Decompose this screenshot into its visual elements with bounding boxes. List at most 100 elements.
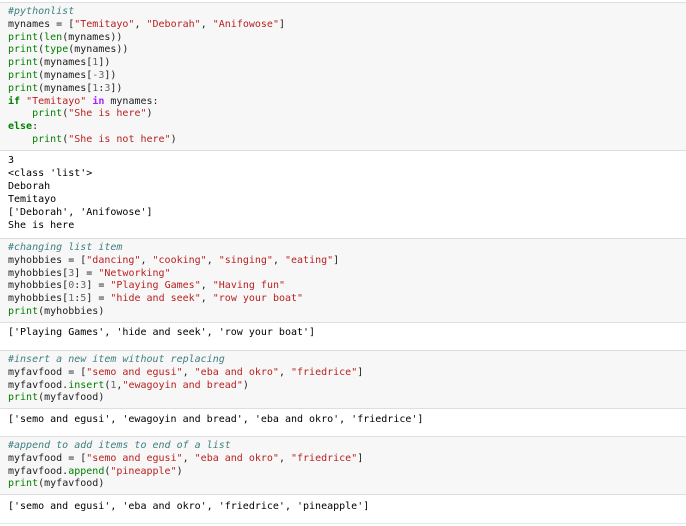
code-token: , xyxy=(200,293,213,305)
code-line: myfavfood = ["semo and egusi", "eba and … xyxy=(8,367,678,380)
code-token: "Temitayo" xyxy=(26,95,87,107)
output-line: She is here xyxy=(8,220,75,231)
code-token: print xyxy=(8,69,39,81)
code-token: "pineapple" xyxy=(110,465,177,477)
output-line: ['semo and egusi', 'ewagoyin and bread',… xyxy=(8,414,424,425)
code-token: (myfavfood) xyxy=(38,392,105,404)
code-token: ] = xyxy=(86,293,111,305)
code-token: ) xyxy=(176,465,183,477)
code-token: (mynames[ xyxy=(38,82,93,94)
code-token: print xyxy=(8,44,39,56)
code-token: else xyxy=(8,121,33,133)
code-token: ]) xyxy=(110,82,123,94)
code-token: , xyxy=(272,254,285,266)
code-token: (mynames[ xyxy=(38,69,93,81)
code-token: "She is not here" xyxy=(68,133,171,145)
code-token: ] xyxy=(333,254,340,266)
code-token: #changing list item xyxy=(8,242,123,253)
code-line: myhobbies[0:3] = "Playing Games", "Havin… xyxy=(8,280,678,293)
code-cell[interactable]: #insert a new item without replacing myfa… xyxy=(0,350,686,410)
code-token: , xyxy=(278,366,291,378)
code-token: -3 xyxy=(92,69,105,81)
code-token: "hide and seek" xyxy=(110,293,201,305)
code-token: ] xyxy=(278,18,285,30)
code-token: , xyxy=(182,366,195,378)
output-line: Temitayo xyxy=(8,194,57,205)
code-cell[interactable]: #pythonlist mynames = ["Temitayo", "Debor… xyxy=(0,2,686,151)
code-cell[interactable]: #append to add items to end of a list myf… xyxy=(0,436,686,496)
code-token: myhobbies[ xyxy=(8,293,69,305)
code-token: ] xyxy=(357,366,364,378)
output-cell: ['semo and egusi', 'eba and okro', 'frie… xyxy=(0,497,686,516)
code-token: (mynames)) xyxy=(62,31,123,43)
code-token: print xyxy=(8,31,39,43)
code-token: "eba and okro" xyxy=(194,366,279,378)
code-token: ] = xyxy=(74,267,99,279)
code-token: myfavfood. xyxy=(8,465,69,477)
code-token: myfavfood = [ xyxy=(8,452,87,464)
code-token: "semo and egusi" xyxy=(86,366,183,378)
code-line: myfavfood.append("pineapple") xyxy=(8,466,678,479)
code-token: "eba and okro" xyxy=(194,452,279,464)
code-token: (mynames[ xyxy=(38,57,93,69)
code-token: , xyxy=(140,254,153,266)
code-token: print xyxy=(8,478,39,490)
code-token: ]) xyxy=(98,57,111,69)
code-token: #pythonlist xyxy=(8,6,75,17)
code-line: myhobbies = ["dancing", "cooking", "sing… xyxy=(8,255,678,268)
code-line: print(myfavfood) xyxy=(8,392,678,405)
output-line: 3 xyxy=(8,155,15,166)
code-cell[interactable]: #changing list item myhobbies = ["dancing… xyxy=(0,238,686,323)
code-token: myfavfood. xyxy=(8,379,69,391)
output-cell: 3 <class 'list'> Deborah Temitayo ['Deborah'… xyxy=(0,151,686,235)
code-token: "cooking" xyxy=(152,254,207,266)
code-token: (myhobbies) xyxy=(38,305,105,317)
code-token: "semo and egusi" xyxy=(86,452,183,464)
code-token: #append to add items to end of a list xyxy=(8,440,231,451)
code-token: "singing" xyxy=(218,254,273,266)
code-token: , xyxy=(206,254,219,266)
code-token: myhobbies = [ xyxy=(8,254,87,266)
code-token: ]) xyxy=(104,69,117,81)
code-token: "friedrice" xyxy=(291,452,358,464)
code-line: print(mynames[-3]) xyxy=(8,70,678,83)
code-token: , xyxy=(278,452,291,464)
code-token: type xyxy=(44,44,69,56)
code-line: myhobbies[1:5] = "hide and seek", "row y… xyxy=(8,293,678,306)
output-cell: ['semo and egusi', 'ewagoyin and bread',… xyxy=(0,410,686,429)
code-token: myhobbies[ xyxy=(8,267,69,279)
code-token: , xyxy=(200,280,213,292)
code-token: insert xyxy=(68,379,105,391)
code-token: print xyxy=(8,57,39,69)
code-line: print(myfavfood) xyxy=(8,478,678,491)
code-token: append xyxy=(68,465,105,477)
output-line: <class 'list'> xyxy=(8,168,93,179)
code-line: myfavfood = ["semo and egusi", "eba and … xyxy=(8,453,678,466)
code-token: "Temitayo" xyxy=(74,18,135,30)
code-token: "She is here" xyxy=(68,108,147,120)
code-token: : xyxy=(32,121,39,133)
code-token: mynames: xyxy=(104,95,159,107)
code-line: print(mynames[1:3]) xyxy=(8,83,678,96)
code-token: if xyxy=(8,95,21,107)
code-token: myfavfood = [ xyxy=(8,366,87,378)
code-line: #append to add items to end of a list xyxy=(8,440,678,453)
code-token: (mynames)) xyxy=(68,44,129,56)
code-token: print xyxy=(8,82,39,94)
code-token: print xyxy=(8,392,39,404)
code-token: ) xyxy=(242,379,249,391)
code-line: myhobbies[3] = "Networking" xyxy=(8,268,678,281)
code-token: "ewagoyin and bread" xyxy=(122,379,243,391)
code-line: print("She is here") xyxy=(8,108,678,121)
code-token: "eating" xyxy=(284,254,334,266)
code-token: , xyxy=(182,452,195,464)
code-line: print(myhobbies) xyxy=(8,306,678,319)
code-token: mynames = [ xyxy=(8,18,75,30)
code-token: ) xyxy=(170,133,177,145)
code-line: #pythonlist xyxy=(8,6,678,19)
code-line: if "Temitayo" in mynames: xyxy=(8,96,678,109)
code-token: "dancing" xyxy=(86,254,141,266)
code-token: "Anifowose" xyxy=(212,18,279,30)
